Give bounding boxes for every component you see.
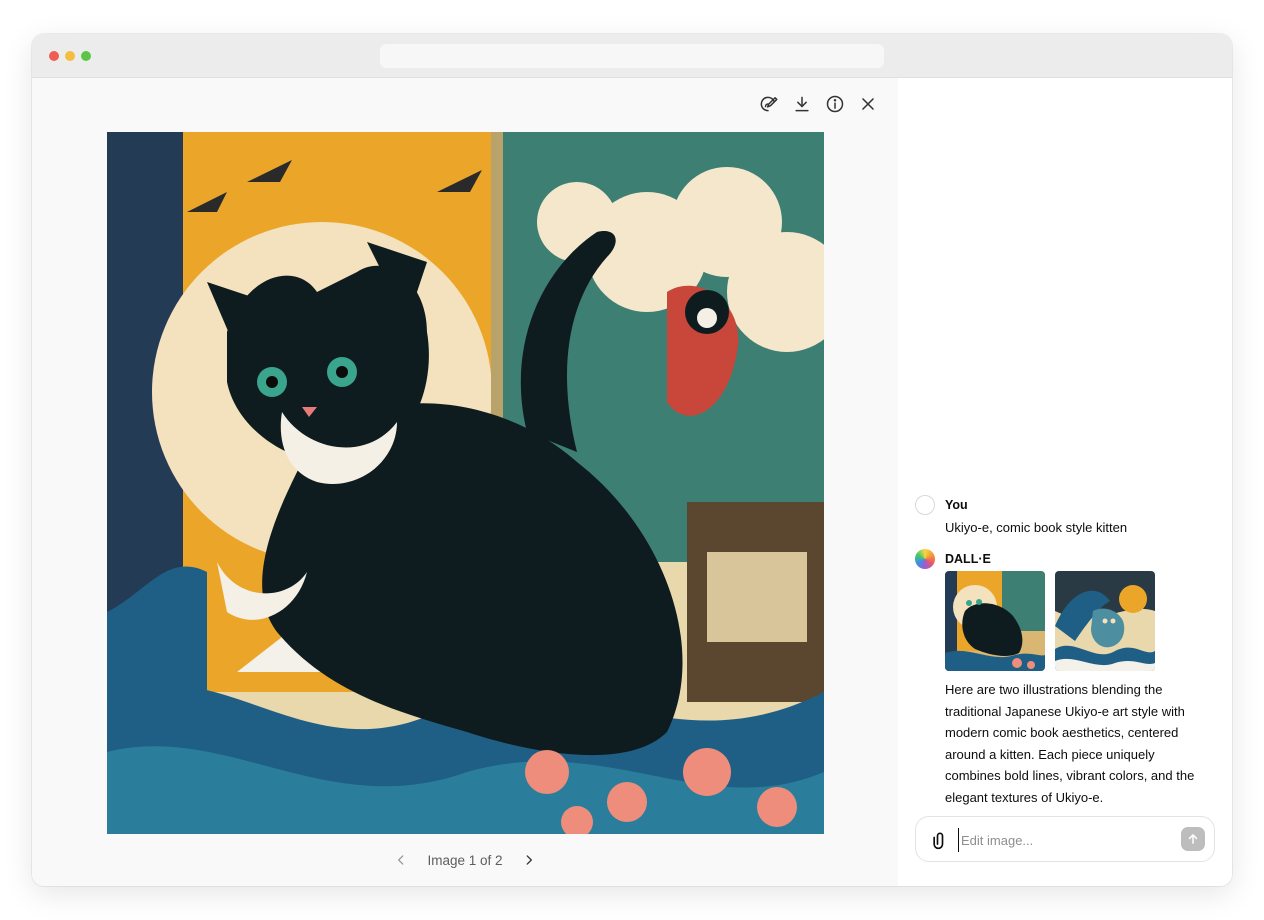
maximize-window-dot[interactable] xyxy=(81,51,91,61)
kitten-illustration xyxy=(107,132,824,834)
minimize-window-dot[interactable] xyxy=(65,51,75,61)
close-icon xyxy=(862,98,874,110)
info-icon xyxy=(826,95,844,113)
message-composer xyxy=(915,816,1215,862)
address-bar[interactable] xyxy=(380,44,884,68)
chevron-left-icon xyxy=(398,855,404,865)
user-avatar xyxy=(915,495,935,515)
send-button[interactable] xyxy=(1181,827,1205,851)
browser-window: Image 1 of 2 You Ukiyo-e, comic book sty… xyxy=(32,34,1232,886)
dalle-avatar xyxy=(915,549,935,569)
assistant-name: DALL·E xyxy=(945,552,991,566)
pager-label: Image 1 of 2 xyxy=(427,852,503,868)
generated-image-large xyxy=(107,132,824,834)
assistant-reply: Here are two illustrations blending the … xyxy=(945,682,1195,805)
next-image-button[interactable] xyxy=(517,848,541,872)
title-bar xyxy=(32,34,1232,78)
download-button[interactable] xyxy=(791,93,813,115)
thumbnail-kitten-2 xyxy=(1055,571,1155,671)
edit-brush-icon xyxy=(760,96,778,112)
chat-panel: You Ukiyo-e, comic book style kitten DAL… xyxy=(898,78,1232,886)
thumbnail-image-2[interactable] xyxy=(1055,571,1155,671)
image-viewer: Image 1 of 2 xyxy=(32,78,898,886)
chevron-right-icon xyxy=(526,855,532,865)
close-window-dot[interactable] xyxy=(49,51,59,61)
image-thumbnails xyxy=(945,571,1165,671)
user-prompt: Ukiyo-e, comic book style kitten xyxy=(945,520,1128,535)
user-name: You xyxy=(945,498,968,512)
arrow-up-icon xyxy=(1188,834,1198,844)
download-icon xyxy=(795,96,809,112)
thumbnail-image-1[interactable] xyxy=(945,571,1045,671)
edit-image-button[interactable] xyxy=(757,93,779,115)
info-button[interactable] xyxy=(824,93,846,115)
edit-image-input[interactable] xyxy=(958,828,1168,852)
close-viewer-button[interactable] xyxy=(857,93,879,115)
attach-button[interactable] xyxy=(930,830,950,850)
thumbnail-kitten-1 xyxy=(945,571,1045,671)
previous-image-button[interactable] xyxy=(389,848,413,872)
paperclip-icon xyxy=(933,832,944,850)
image-pager: Image 1 of 2 xyxy=(32,848,898,872)
